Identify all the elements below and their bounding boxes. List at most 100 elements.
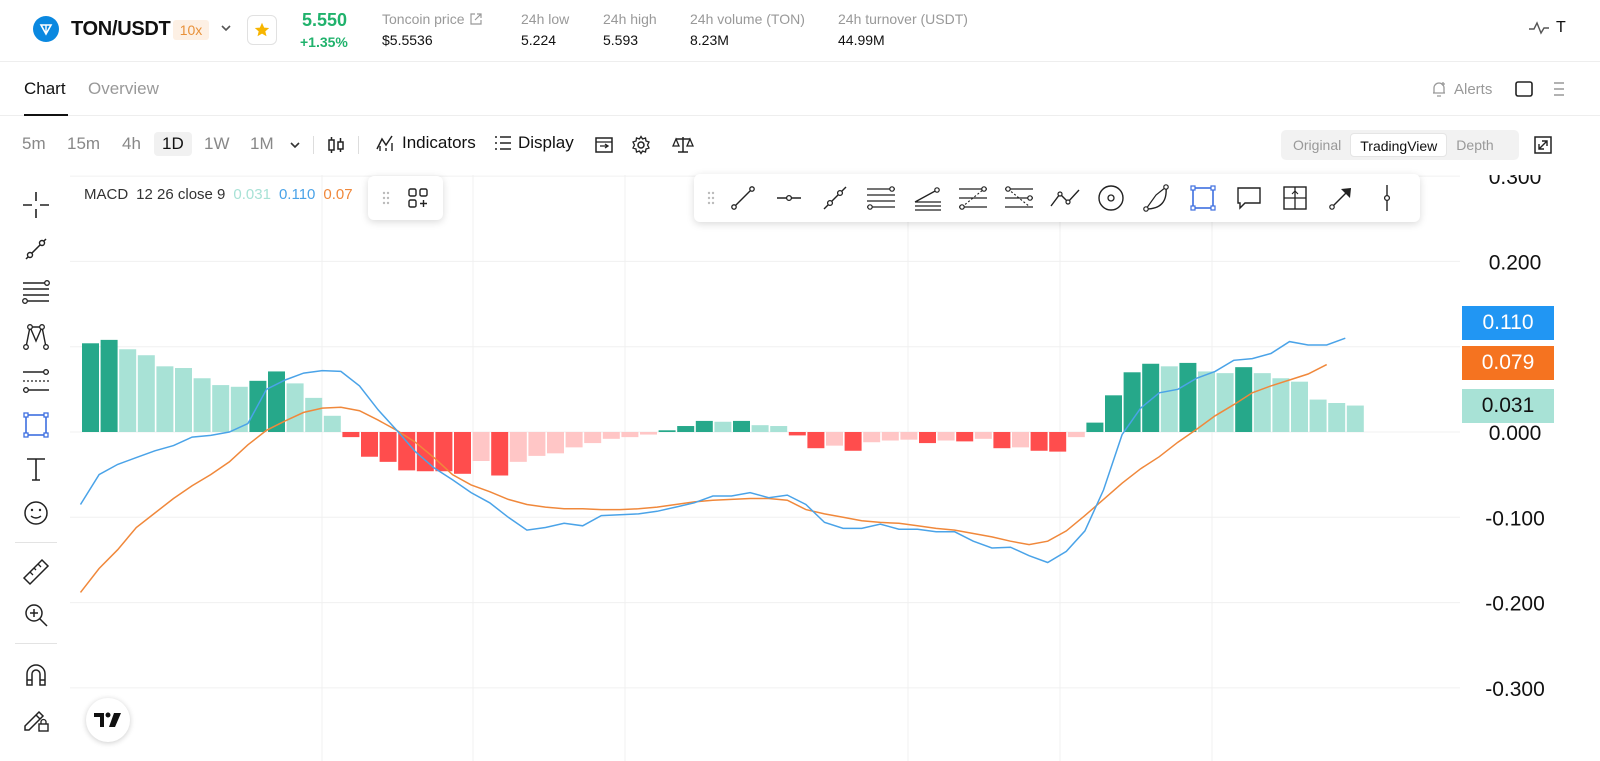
- histogram-bar: [1253, 373, 1271, 432]
- histogram-bar: [621, 432, 639, 438]
- tab-overview[interactable]: Overview: [88, 79, 159, 99]
- circle-icon[interactable]: [1088, 174, 1134, 222]
- histogram-bar: [863, 432, 881, 443]
- leverage-badge: 10x: [173, 20, 209, 40]
- bell-plus-icon: [1433, 82, 1445, 97]
- histogram-bar: [677, 426, 695, 432]
- histogram-bar: [602, 432, 620, 439]
- calendar-swap-icon[interactable]: [594, 135, 614, 155]
- callout-icon[interactable]: [1226, 174, 1272, 222]
- stat-24h-volume: 24h volume (TON) 8.23M: [690, 11, 805, 48]
- view-tabs: Chart Overview Alerts: [0, 62, 1600, 116]
- line-icon[interactable]: [720, 174, 766, 222]
- timeframe-1m[interactable]: 1M: [250, 134, 274, 154]
- pitchfork-icon[interactable]: [904, 174, 950, 222]
- tab-chart[interactable]: Chart: [24, 79, 66, 99]
- candles-icon[interactable]: [326, 135, 346, 155]
- timeframe-more-chevron-down-icon[interactable]: [288, 138, 302, 152]
- window-icon[interactable]: [1514, 80, 1534, 103]
- grid-icon[interactable]: [1272, 174, 1318, 222]
- histogram-bar: [1309, 399, 1327, 432]
- drag-handle-icon[interactable]: [381, 190, 391, 206]
- view-tradingview[interactable]: TradingView: [1350, 133, 1448, 157]
- timeframe-4h[interactable]: 4h: [122, 134, 141, 154]
- fib-icon[interactable]: [20, 277, 52, 309]
- ruler-icon[interactable]: [20, 556, 52, 588]
- display-label: Display: [518, 133, 574, 152]
- macd-chart[interactable]: 0.300 0.200 0.000 -0.100 -0.200 -0.300: [70, 166, 1600, 761]
- lock-drawing-icon[interactable]: [20, 703, 52, 735]
- histogram-bar: [640, 432, 657, 435]
- view-depth[interactable]: Depth: [1447, 133, 1502, 157]
- more-icon[interactable]: [1552, 79, 1564, 104]
- pulse-icon: [1529, 21, 1549, 35]
- tradingview-logo[interactable]: [86, 698, 130, 742]
- indicators-button[interactable]: Indicators: [376, 133, 476, 153]
- y-axis-tick-label: 0.300: [1489, 175, 1542, 189]
- histogram-bar: [286, 383, 304, 432]
- pair-name[interactable]: TON/USDT: [71, 18, 171, 41]
- macd-chart-svg[interactable]: 0.300 0.200 0.000 -0.100 -0.200 -0.300: [70, 166, 1600, 761]
- tool-divider: [15, 542, 57, 543]
- timeframe-1d[interactable]: 1D: [154, 132, 192, 156]
- display-button[interactable]: Display: [494, 133, 574, 153]
- rectangle-icon[interactable]: [1180, 174, 1226, 222]
- chart-view-switch: Original TradingView Depth: [1281, 130, 1519, 160]
- external-link-icon[interactable]: [469, 13, 482, 25]
- emoji-icon[interactable]: [20, 497, 52, 529]
- y-axis-tick-label: -0.100: [1485, 507, 1545, 530]
- stat-toncoin-price[interactable]: Toncoin price $5.5536: [382, 11, 482, 48]
- indicator-legend[interactable]: MACD 12 26 close 9 0.031 0.110 0.07: [84, 186, 353, 203]
- polyline-icon[interactable]: [1042, 174, 1088, 222]
- histogram-bar: [695, 420, 713, 432]
- crosshair-icon[interactable]: [20, 189, 52, 221]
- alerts-button[interactable]: Alerts: [1430, 80, 1492, 98]
- stat-24h-low: 24h low 5.224: [521, 11, 569, 48]
- scale-balance-icon[interactable]: [672, 135, 694, 155]
- timeframe-15m[interactable]: 15m: [67, 134, 100, 154]
- indicators-label: Indicators: [402, 133, 476, 152]
- histogram-bar: [1179, 362, 1197, 432]
- pattern-icon[interactable]: [20, 321, 52, 353]
- vertical-line-icon[interactable]: [1364, 174, 1410, 222]
- timeframe-1w[interactable]: 1W: [204, 134, 230, 154]
- histogram-bar: [528, 432, 546, 456]
- favorite-button[interactable]: [247, 15, 277, 45]
- projection-icon[interactable]: [20, 365, 52, 397]
- drag-handle-icon[interactable]: [702, 190, 720, 206]
- y-axis-tick-label: 0.000: [1489, 422, 1542, 445]
- histogram-bar: [305, 397, 323, 432]
- histogram-bar: [1105, 395, 1122, 432]
- rectangle-icon[interactable]: [20, 409, 52, 441]
- histogram-bar: [1123, 372, 1141, 432]
- text-icon[interactable]: [20, 453, 52, 485]
- gear-icon[interactable]: [631, 135, 651, 155]
- stat-value: $5.5536: [382, 32, 433, 48]
- chevron-down-icon[interactable]: [219, 21, 233, 40]
- legend-actions-panel: [368, 176, 443, 220]
- fib-extension-icon[interactable]: [996, 174, 1042, 222]
- fib-retracement-icon[interactable]: [950, 174, 996, 222]
- trend-angle-icon[interactable]: [812, 174, 858, 222]
- histogram-bar: [584, 432, 602, 444]
- histogram-bar: [751, 425, 769, 432]
- parallel-channel-icon[interactable]: [858, 174, 904, 222]
- star-icon: [254, 22, 270, 37]
- display-icon: [495, 136, 511, 150]
- trend-line-icon[interactable]: [20, 233, 52, 265]
- arrow-icon[interactable]: [1318, 174, 1364, 222]
- histogram-bar: [788, 432, 806, 436]
- magnet-icon[interactable]: [20, 659, 52, 691]
- view-original[interactable]: Original: [1284, 133, 1350, 157]
- arc-icon[interactable]: [1134, 174, 1180, 222]
- y-axis-tick-label: -0.300: [1485, 678, 1545, 701]
- timeframe-5m[interactable]: 5m: [22, 134, 46, 154]
- stat-label: 24h low: [521, 11, 570, 27]
- price-axis[interactable]: 0.300 0.200 0.000 -0.100 -0.200 -0.300: [1485, 166, 1545, 701]
- zoom-in-icon[interactable]: [20, 599, 52, 631]
- ticker-right-tool[interactable]: T: [1528, 19, 1566, 37]
- add-indicator-icon[interactable]: [406, 186, 430, 210]
- legend-name: MACD: [84, 186, 129, 203]
- fullscreen-icon[interactable]: [1533, 135, 1553, 160]
- horizontal-ray-icon[interactable]: [766, 174, 812, 222]
